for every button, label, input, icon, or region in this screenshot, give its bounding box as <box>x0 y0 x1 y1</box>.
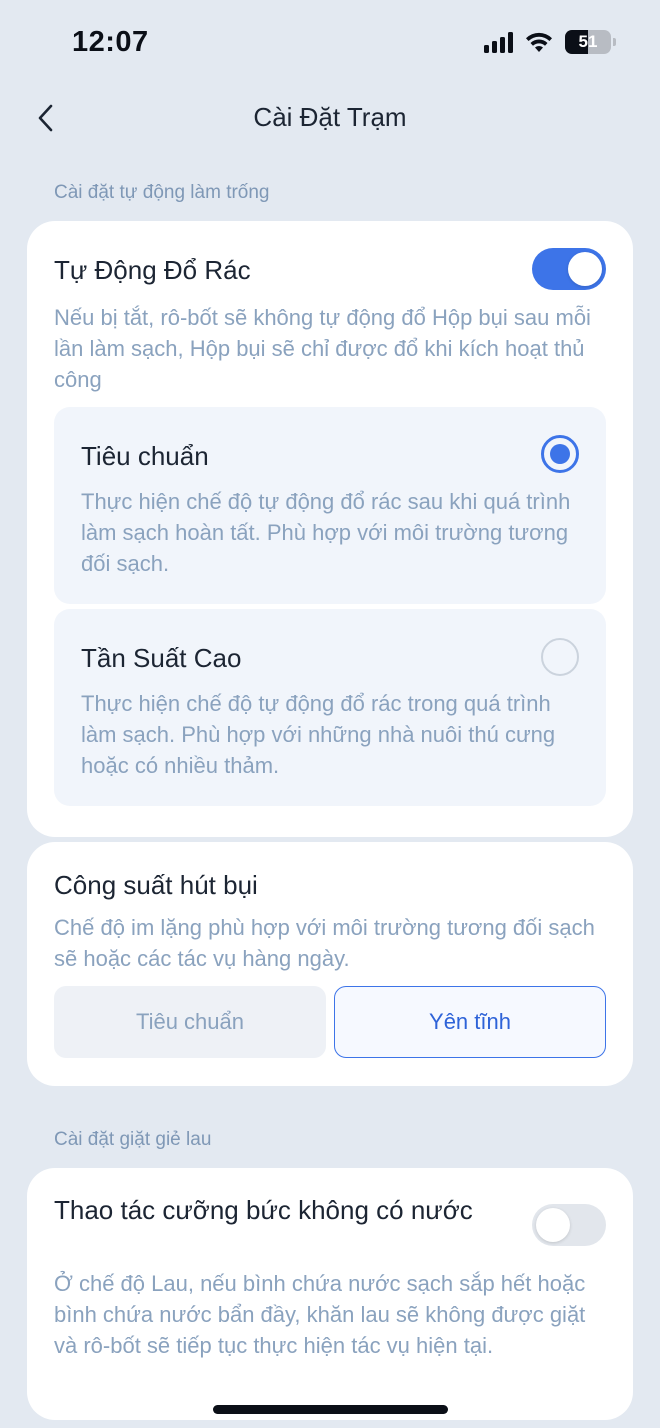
auto-empty-toggle[interactable] <box>532 248 606 290</box>
option-high-frequency-title: Tần Suất Cao <box>81 643 242 673</box>
toggle-knob <box>536 1208 570 1242</box>
section-header-auto-empty: Cài đặt tự động làm trống <box>54 182 270 203</box>
status-bar: 12:07 51 <box>0 0 660 88</box>
forced-no-water-description: Ở chế độ Lau, nếu bình chứa nước sạch sắ… <box>54 1271 586 1358</box>
auto-empty-description: Nếu bị tắt, rô-bốt sẽ không tự động đổ H… <box>54 305 591 392</box>
toggle-knob <box>568 252 602 286</box>
auto-empty-title: Tự Động Đổ Rác <box>54 255 251 285</box>
suction-power-card: Công suất hút bụi Chế độ im lặng phù hợp… <box>27 842 633 1086</box>
option-high-frequency-description: Thực hiện chế độ tự động đổ rác trong qu… <box>81 691 556 778</box>
option-high-frequency-radio[interactable] <box>541 638 579 676</box>
suction-option-quiet[interactable]: Yên tĩnh <box>334 986 606 1058</box>
nav-bar: Cài Đặt Trạm <box>0 88 660 148</box>
forced-no-water-toggle[interactable] <box>532 1204 606 1246</box>
cellular-signal-icon <box>484 31 513 53</box>
home-indicator <box>213 1405 448 1414</box>
option-standard-radio[interactable] <box>541 435 579 473</box>
option-standard-title: Tiêu chuẩn <box>81 441 209 471</box>
status-time: 12:07 <box>72 26 149 58</box>
status-icons: 51 <box>484 30 616 54</box>
forced-no-water-title: Thao tác cưỡng bức không có nước <box>54 1195 473 1225</box>
suction-power-title: Công suất hút bụi <box>54 870 258 900</box>
option-standard-description: Thực hiện chế độ tự động đổ rác sau khi … <box>81 489 571 576</box>
page-title: Cài Đặt Trạm <box>253 102 407 132</box>
forced-no-water-card: Thao tác cưỡng bức không có nước Ở chế đ… <box>27 1168 633 1420</box>
battery-level: 51 <box>578 32 598 51</box>
suction-option-standard[interactable]: Tiêu chuẩn <box>54 986 326 1058</box>
wifi-icon <box>526 32 552 52</box>
battery-icon: 51 <box>565 30 611 54</box>
suction-power-description: Chế độ im lặng phù hợp với môi trường tư… <box>54 915 595 971</box>
section-header-mop-wash: Cài đặt giặt giẻ lau <box>54 1129 212 1150</box>
option-standard[interactable]: Tiêu chuẩn Thực hiện chế độ tự động đổ r… <box>54 407 606 604</box>
option-high-frequency[interactable]: Tần Suất Cao Thực hiện chế độ tự động đổ… <box>54 609 606 806</box>
auto-empty-card: Tự Động Đổ Rác Nếu bị tắt, rô-bốt sẽ khô… <box>27 221 633 837</box>
